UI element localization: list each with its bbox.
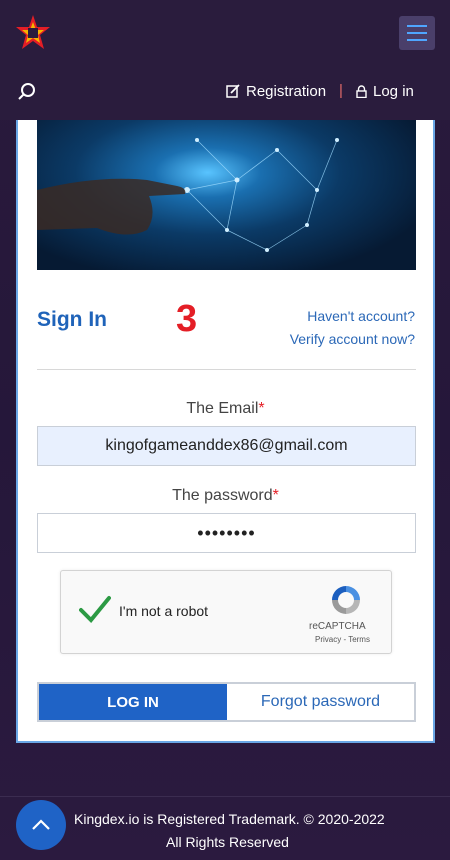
search-icon[interactable] [17,82,37,102]
footer-rights: All Rights Reserved [166,834,289,850]
nav-separator: | [339,82,343,99]
recaptcha-icon [332,586,360,614]
logo-star-icon[interactable] [14,14,52,52]
password-label: The password* [172,487,279,504]
password-field[interactable]: •••••••• [37,513,416,553]
step-number: 3 [176,298,198,340]
checkmark-icon[interactable] [79,595,111,623]
forgot-password-button[interactable]: Forgot password [227,684,414,720]
recaptcha-brand: reCAPTCHA [309,621,366,632]
footer-trademark: Kingdex.io is Registered Trademark. © 20… [74,811,385,827]
scroll-top-button[interactable] [16,800,66,850]
recaptcha-links[interactable]: Privacy - Terms [315,635,370,644]
hero-image [37,120,416,270]
login-link[interactable]: Log in [356,80,414,102]
captcha-label: I'm not a robot [119,603,209,619]
login-label: Log in [373,82,414,100]
registration-label: Registration [246,82,327,100]
login-button[interactable]: LOG IN [39,684,227,720]
footer: Kingdex.io is Registered Trademark. © 20… [0,796,450,860]
hamburger-menu-icon[interactable] [399,16,435,50]
registration-link[interactable]: Registration [226,80,326,102]
email-label: The Email* [186,400,265,417]
recaptcha-widget[interactable]: I'm not a robot reCAPTCHA Privacy - Term… [60,570,392,654]
signin-title: Sign In [37,308,107,331]
verify-account-link[interactable]: Verify account now? [290,331,415,347]
lock-icon [356,84,367,98]
divider [37,369,416,370]
havent-account-link[interactable]: Haven't account? [307,308,415,324]
signin-card: Sign In 3 Haven't account? Verify accoun… [16,120,435,743]
top-bar: Registration | Log in [0,0,450,120]
action-buttons: LOG IN Forgot password [37,682,416,722]
edit-icon [226,84,240,98]
chevron-up-icon [32,819,50,830]
email-field[interactable]: kingofgameanddex86@gmail.com [37,426,416,466]
